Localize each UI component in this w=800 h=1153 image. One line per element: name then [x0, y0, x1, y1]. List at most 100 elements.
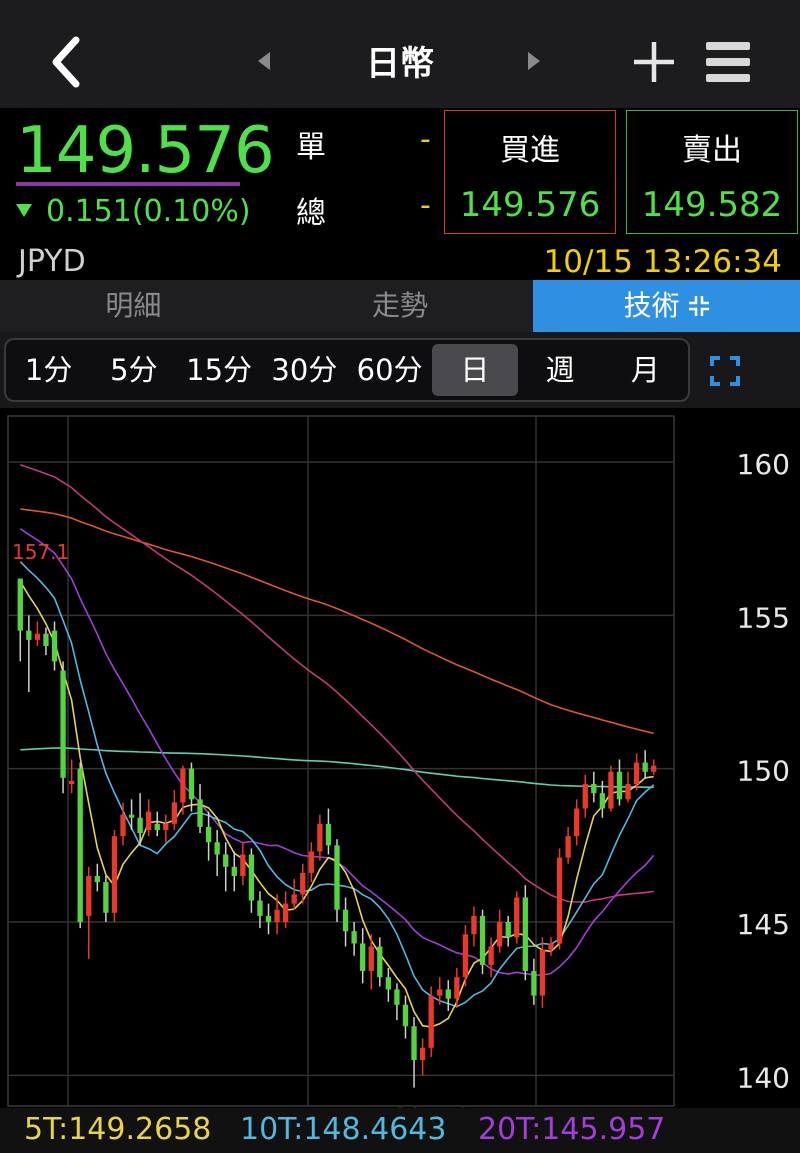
period-selector: 1分 5分 15分 30分 60分 日 週 月	[4, 338, 690, 402]
legend-ma20: 20T:145.957	[478, 1112, 666, 1147]
candle-body	[522, 897, 528, 972]
candle-body	[428, 995, 434, 1048]
candle-body	[514, 897, 520, 938]
period-toolbar: 1分 5分 15分 30分 60分 日 週 月	[0, 332, 800, 408]
quote-timestamp: 10/15 13:26:34	[543, 244, 782, 280]
candle-body	[454, 977, 460, 999]
candle-body	[385, 977, 392, 990]
candle-body	[377, 946, 383, 978]
candle-body	[34, 633, 41, 640]
hamburger-icon[interactable]	[704, 38, 752, 86]
candle-body	[539, 949, 546, 996]
candle-body	[51, 630, 58, 662]
plot-frame	[7, 415, 675, 1107]
candle-body	[625, 784, 631, 800]
plus-icon[interactable]	[630, 38, 678, 86]
ma120-line	[20, 508, 654, 735]
period-15min[interactable]: 15分	[177, 340, 262, 400]
top-nav-bar: 日幣	[0, 0, 800, 108]
candle-body	[616, 771, 623, 800]
candle-body	[171, 802, 178, 824]
candle-body	[265, 915, 272, 922]
sell-label: 賣出	[682, 133, 742, 168]
candle-body	[531, 971, 537, 996]
candle-body	[642, 762, 648, 772]
tab-technical-label: 技術	[623, 289, 680, 322]
candle-body	[257, 900, 263, 916]
buy-label: 買進	[500, 133, 560, 168]
candle-body	[86, 876, 92, 916]
fullscreen-icon[interactable]	[710, 356, 740, 386]
candle-body	[146, 811, 152, 830]
period-week[interactable]: 週	[518, 340, 603, 400]
candle-body	[205, 826, 212, 843]
candle-body	[548, 943, 554, 950]
triangle-right-icon[interactable]	[526, 50, 542, 72]
high-annotation: 157.1	[12, 540, 69, 564]
last-price: 149.576	[16, 114, 275, 188]
candle-body	[274, 909, 280, 922]
candle-body	[633, 762, 640, 784]
candlestick-chart[interactable]: 160155150145140157.1139.572	[0, 408, 800, 1108]
total-volume-label: 總	[296, 196, 326, 231]
buy-button[interactable]: 買進 149.576	[444, 110, 616, 234]
candle-body	[300, 872, 306, 895]
symbol-code: JPYD	[18, 244, 86, 279]
candle-body	[282, 903, 289, 922]
candle-body	[68, 780, 75, 784]
candle-body	[479, 915, 486, 965]
candle-body	[94, 876, 100, 883]
sell-button[interactable]: 賣出 149.582	[626, 110, 798, 234]
candle-body	[77, 768, 83, 922]
tab-details[interactable]: 明細	[0, 280, 267, 332]
candle-body	[103, 882, 109, 913]
price-change: 0.151(0.10%)	[16, 194, 251, 229]
candle-body	[291, 894, 297, 904]
candle-body	[214, 842, 220, 855]
candle-body	[574, 808, 580, 837]
candle-body	[411, 1026, 417, 1060]
candle-body	[394, 989, 400, 1005]
y-tick-label: 155	[737, 601, 790, 634]
down-arrow-icon	[16, 204, 32, 217]
candle-body	[651, 765, 657, 772]
period-60min[interactable]: 60分	[347, 340, 432, 400]
chevron-left-icon[interactable]	[44, 34, 92, 90]
candle-body	[351, 931, 357, 944]
y-tick-label: 160	[737, 448, 790, 481]
collapse-icon[interactable]	[688, 295, 710, 317]
candle-body	[591, 784, 597, 794]
candle-body	[120, 814, 126, 837]
tab-trend[interactable]: 走勢	[267, 280, 534, 332]
page-title: 日幣	[366, 44, 434, 84]
candle-body	[582, 784, 588, 809]
candle-body	[360, 943, 366, 972]
period-month[interactable]: 月	[603, 340, 688, 400]
candle-body	[437, 989, 443, 996]
tab-technical[interactable]: 技術	[533, 280, 800, 332]
candle-body	[223, 854, 229, 867]
period-30min[interactable]: 30分	[262, 340, 347, 400]
candle-body	[248, 854, 255, 901]
candle-body	[111, 836, 118, 913]
sell-price: 149.582	[641, 185, 783, 225]
legend-ma10: 10T:148.4643	[240, 1112, 447, 1147]
period-day[interactable]: 日	[432, 344, 518, 396]
candle-body	[599, 793, 606, 809]
total-volume-value: -	[420, 188, 431, 223]
candle-body	[462, 934, 469, 978]
quote-panel: 149.576 0.151(0.10%) 單 - 總 - 買進 149.576 …	[0, 108, 800, 280]
candle-body	[43, 633, 49, 646]
candle-body	[163, 823, 169, 830]
candle-body	[240, 854, 246, 876]
candle-body	[231, 866, 237, 876]
period-1min[interactable]: 1分	[6, 340, 91, 400]
single-volume-value: -	[420, 122, 431, 157]
candle-body	[60, 670, 66, 778]
period-5min[interactable]: 5分	[91, 340, 176, 400]
candle-body	[334, 845, 340, 910]
view-tabs: 明細 走勢 技術	[0, 280, 800, 332]
legend-ma5: 5T:149.2658	[24, 1112, 212, 1147]
single-volume-label: 單	[296, 130, 326, 165]
triangle-left-icon[interactable]	[256, 50, 272, 72]
